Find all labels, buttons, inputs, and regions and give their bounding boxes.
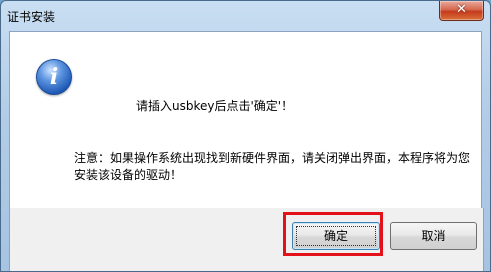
info-icon: i bbox=[36, 59, 72, 95]
message-area: i 请插入usbkey后点击'确定'！ 注意：如果操作系统出现找到新硬件界面，请… bbox=[9, 31, 482, 209]
cancel-button-label: 取消 bbox=[421, 229, 446, 243]
window-title: 证书安装 bbox=[7, 10, 56, 24]
note-message: 注意：如果操作系统出现找到新硬件界面，请关闭弹出界面，本程序将为您安装该设备的驱… bbox=[74, 151, 471, 182]
close-button[interactable]: ✕ bbox=[439, 1, 484, 21]
dialog-window: 证书安装 ✕ i 请插入usbkey后点击'确定'！ 注意：如果操作系统出现找到… bbox=[0, 0, 491, 272]
close-icon: ✕ bbox=[456, 2, 467, 17]
title-bar[interactable]: 证书安装 ✕ bbox=[1, 1, 490, 31]
cancel-button[interactable]: 取消 bbox=[390, 222, 477, 250]
ok-button-highlight-annotation bbox=[283, 212, 383, 256]
button-bar: 确定 取消 bbox=[9, 208, 484, 271]
main-message: 请插入usbkey后点击'确定'！ bbox=[136, 99, 294, 113]
